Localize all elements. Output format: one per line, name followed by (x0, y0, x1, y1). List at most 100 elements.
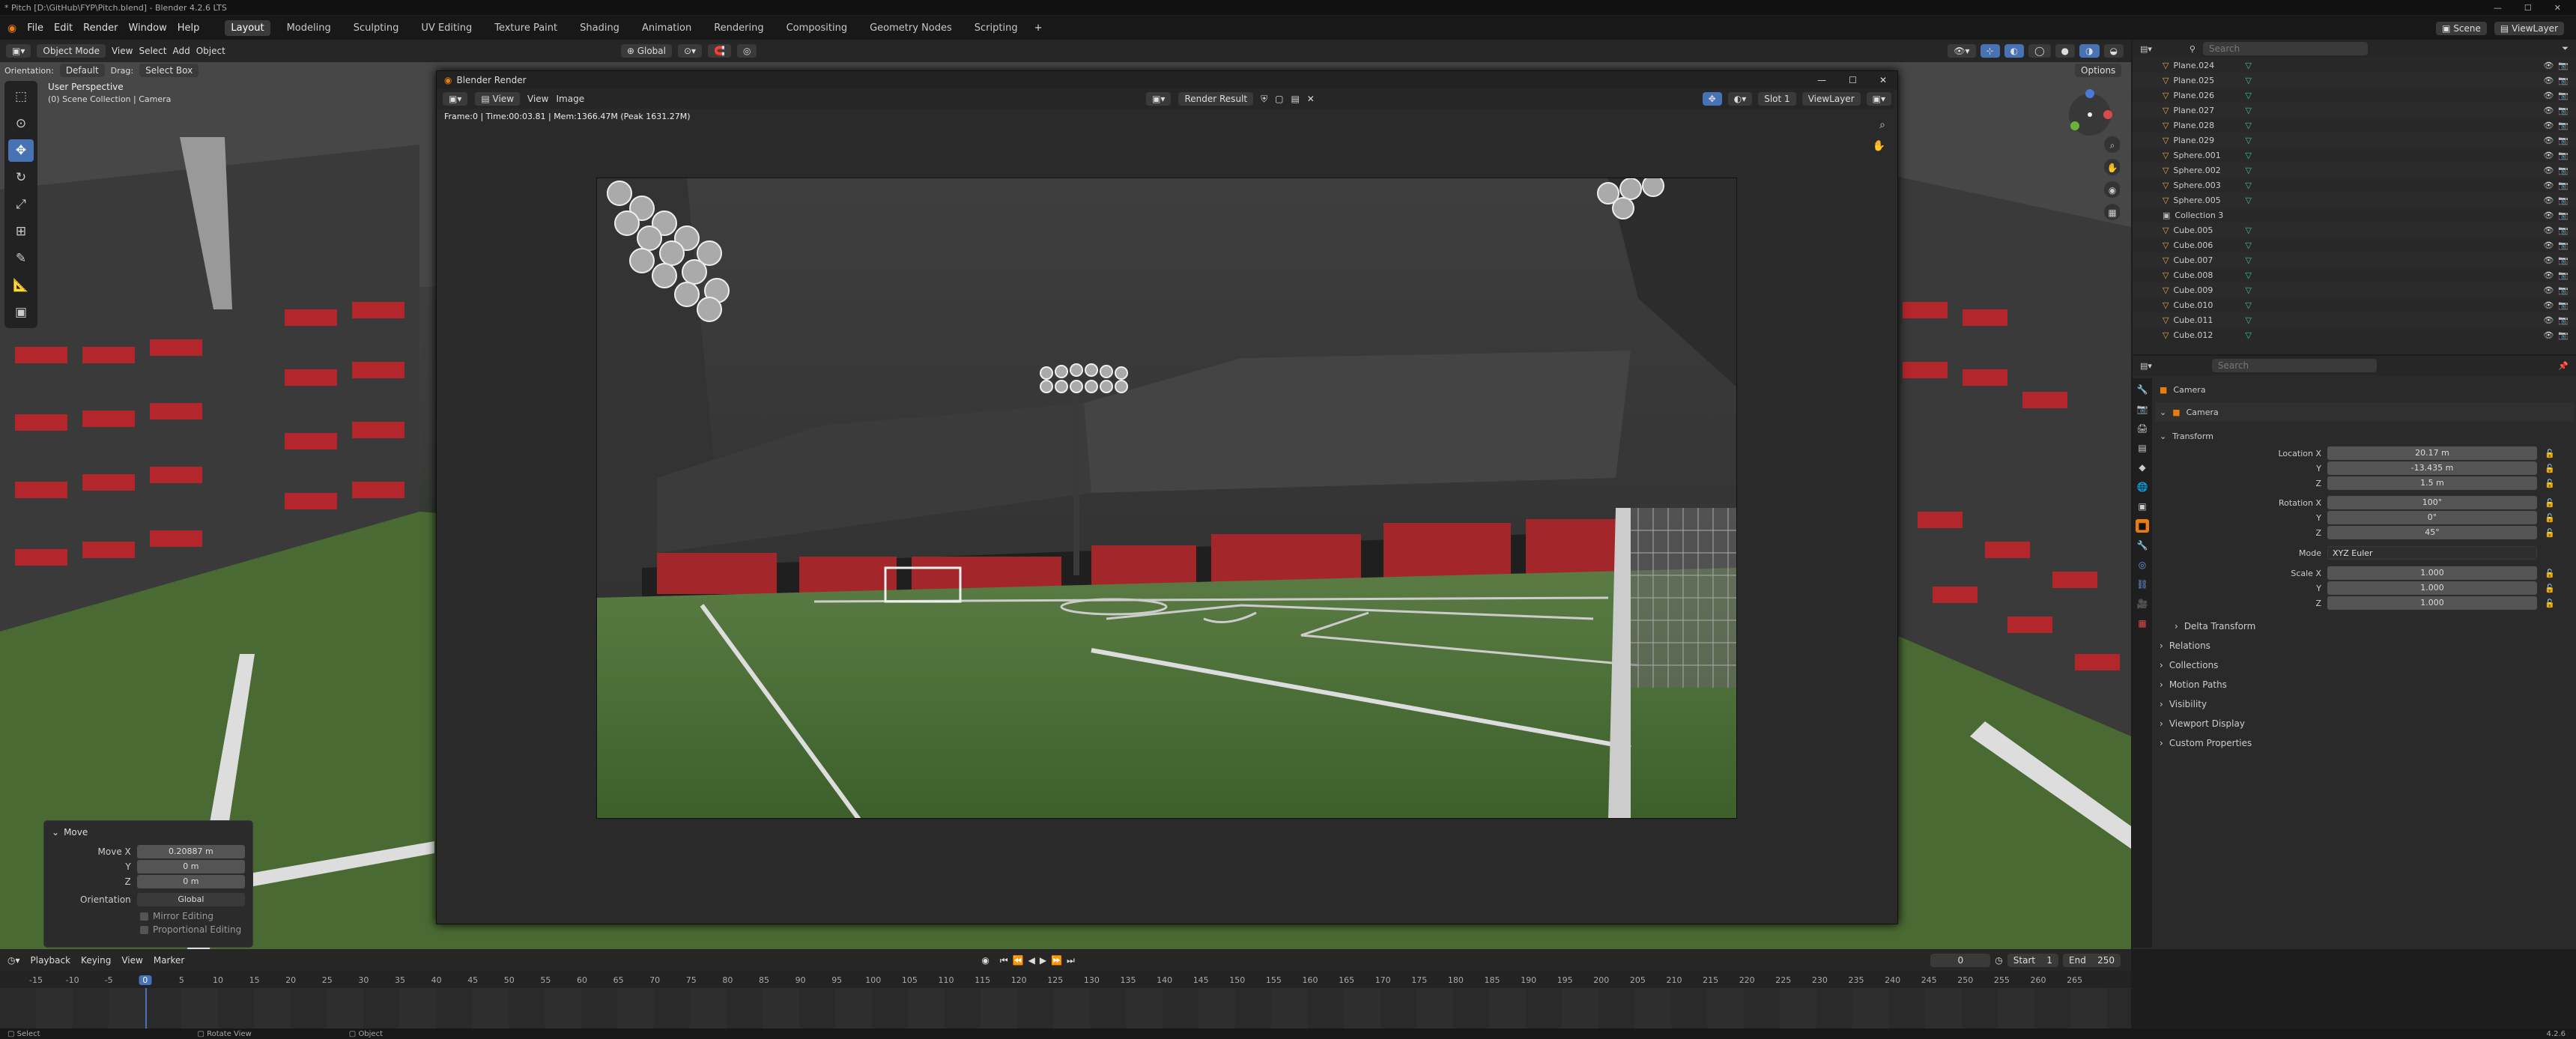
unlink-icon[interactable]: ✕ (1307, 94, 1315, 104)
fake-user-icon[interactable]: ⛨ (1261, 94, 1267, 105)
chevron-right-icon[interactable]: › (2160, 640, 2163, 651)
tab-scripting[interactable]: Scripting (969, 20, 1024, 36)
editor-type-icon[interactable]: ▤▾ (2140, 361, 2152, 371)
mesh-data-icon[interactable]: ▽ (2245, 151, 2251, 160)
tab-sculpting[interactable]: Sculpting (348, 20, 405, 36)
tab-uv-editing[interactable]: UV Editing (415, 20, 478, 36)
location-x-field[interactable]: 20.17 m (2327, 446, 2537, 460)
jump-keyframe-forward-icon[interactable]: ⏩ (1051, 955, 1062, 966)
orientation-dropdown[interactable]: Global (136, 893, 245, 906)
collection-tab-icon[interactable]: ▣ (2136, 500, 2149, 513)
menu-add[interactable]: Add (172, 46, 190, 56)
select-box-tool[interactable]: ⬚ (8, 85, 34, 108)
mesh-data-icon[interactable]: ▽ (2245, 166, 2251, 175)
visibility-eye-icon[interactable]: 👁 (2543, 240, 2554, 250)
rotation-mode-dropdown[interactable]: XYZ Euler (2327, 546, 2537, 560)
mesh-data-icon[interactable]: ▽ (2245, 121, 2251, 130)
menu-object[interactable]: Object (196, 46, 225, 56)
tab-rendering[interactable]: Rendering (708, 20, 769, 36)
filter-funnel-icon[interactable]: ⏷ (2562, 43, 2576, 54)
texture-tab-icon[interactable]: ▦ (2136, 617, 2149, 630)
menu-render[interactable]: Render (83, 22, 118, 34)
proportional-toggle[interactable]: ◎ (737, 44, 757, 58)
start-frame-field[interactable]: Start 1 (2007, 954, 2059, 967)
menu-help[interactable]: Help (178, 22, 200, 34)
play-icon[interactable]: ▶ (1040, 955, 1046, 966)
render-camera-icon[interactable]: 📷 (2558, 166, 2576, 175)
visibility-eye-icon[interactable]: 👁 (2543, 210, 2554, 220)
outliner-item-row[interactable]: ▽ Cube.011 ▽ 👁 📷 (2133, 312, 2576, 327)
maximize-icon[interactable]: ☐ (2524, 3, 2532, 13)
gizmo-toggle[interactable]: ⊹ (1980, 44, 2000, 58)
render-camera-icon[interactable]: 📷 (2558, 181, 2576, 190)
outliner-collection-row[interactable]: ▣ Collection 3 👁 📷 (2133, 208, 2576, 222)
tab-compositing[interactable]: Compositing (781, 20, 854, 36)
visibility-eye-icon[interactable]: 👁 (2543, 91, 2554, 100)
scene-selector[interactable]: ▣ Scene (2436, 21, 2487, 35)
menu-view[interactable]: View (527, 94, 548, 104)
close-icon[interactable]: ✕ (1879, 75, 1887, 85)
outliner-item-row[interactable]: ▽ Sphere.005 ▽ 👁 📷 (2133, 193, 2576, 208)
image-editor-area[interactable]: Frame:0 | Time:00:03.81 | Mem:1366.47M (… (437, 109, 1897, 924)
open-image-icon[interactable]: ▤ (1291, 94, 1299, 104)
object-tab-icon[interactable]: ■ (2136, 519, 2149, 533)
render-camera-icon[interactable]: 📷 (2558, 76, 2576, 85)
current-frame-field[interactable]: 0 (1930, 954, 1991, 967)
transform-tool[interactable]: ⊞ (8, 220, 34, 243)
properties-search-input[interactable]: Search (2211, 359, 2377, 372)
mesh-data-icon[interactable]: ▽ (2245, 240, 2251, 250)
playback-menu[interactable]: Playback (31, 955, 71, 966)
transform-section-header[interactable]: Transform (2172, 431, 2213, 441)
constraints-tab-icon[interactable]: ⛓ (2136, 578, 2149, 591)
rotation-z-field[interactable]: 45° (2327, 526, 2537, 539)
chevron-right-icon[interactable]: › (2175, 621, 2178, 631)
drag-selector[interactable]: Select Box (139, 64, 199, 77)
visibility-eye-icon[interactable]: 👁 (2543, 330, 2554, 340)
mirror-checkbox[interactable] (140, 912, 148, 921)
minimize-icon[interactable]: — (1817, 75, 1826, 85)
sample-tool-button[interactable]: ✥ (1702, 92, 1722, 106)
lock-icon[interactable]: 🔓 (2545, 584, 2555, 593)
timeline[interactable]: -15 -10 -5 0 5 10 15 20 25 30 35 40 45 50 55 60 65 70 75 80… (0, 972, 2131, 1029)
mesh-data-icon[interactable]: ▽ (2245, 76, 2251, 85)
mesh-data-icon[interactable]: ▽ (2245, 300, 2251, 310)
render-result-field[interactable]: Render Result (1178, 92, 1254, 106)
overlay-toggle[interactable]: ◐ (2004, 44, 2025, 58)
scene-tab-icon[interactable]: ◆ (2136, 461, 2149, 474)
new-image-icon[interactable]: ▢ (1275, 94, 1283, 104)
visibility-eye-icon[interactable]: 👁 (2543, 300, 2554, 310)
scale-tool[interactable]: ⤢ (8, 193, 34, 216)
tool-tab-icon[interactable]: 🔧 (2136, 383, 2149, 396)
render-tab-icon[interactable]: 📷 (2136, 402, 2149, 416)
outliner-search-input[interactable]: Search (2202, 42, 2368, 55)
tab-modeling[interactable]: Modeling (281, 20, 337, 36)
viewport-visibility-button[interactable]: 👁▾ (1948, 44, 1976, 58)
display-channels-button[interactable]: ◐▾ (1727, 92, 1753, 106)
render-camera-icon[interactable]: 📷 (2558, 315, 2576, 325)
scale-x-field[interactable]: 1.000 (2327, 566, 2537, 580)
data-tab-icon[interactable]: 🎥 (2136, 597, 2149, 611)
visibility-eye-icon[interactable]: 👁 (2543, 121, 2554, 130)
render-camera-icon[interactable]: 📷 (2558, 300, 2576, 310)
shading-wireframe[interactable]: ◯ (2028, 44, 2051, 58)
pan-hand-icon[interactable]: ✋ (1873, 140, 1885, 152)
chevron-right-icon[interactable]: › (2160, 660, 2163, 670)
outliner-item-row[interactable]: ▽ Plane.028 ▽ 👁 📷 (2133, 118, 2576, 133)
render-camera-icon[interactable]: 📷 (2558, 196, 2576, 205)
visibility-eye-icon[interactable]: 👁 (2543, 76, 2554, 85)
outliner-item-row[interactable]: ▽ Sphere.002 ▽ 👁 📷 (2133, 163, 2576, 178)
tab-shading[interactable]: Shading (574, 20, 625, 36)
location-y-field[interactable]: -13.435 m (2327, 461, 2537, 475)
output-tab-icon[interactable]: 🖨 (2136, 422, 2149, 435)
end-frame-field[interactable]: End 250 (2063, 954, 2121, 967)
viewport-display-section[interactable]: Viewport Display (2169, 718, 2245, 729)
image-browse-button[interactable]: ▣▾ (1146, 92, 1172, 106)
jump-keyframe-back-icon[interactable]: ⏪ (1013, 955, 1024, 966)
outliner-item-row[interactable]: ▽ Cube.008 ▽ 👁 📷 (2133, 267, 2576, 282)
chevron-down-icon[interactable]: ⌄ (2160, 431, 2166, 441)
options-button[interactable]: Options (2075, 64, 2122, 77)
render-camera-icon[interactable]: 📷 (2558, 121, 2576, 130)
render-camera-icon[interactable]: 📷 (2558, 255, 2576, 265)
menu-view[interactable]: View (112, 46, 133, 56)
filter-icon[interactable]: ⚲ (2189, 44, 2195, 54)
